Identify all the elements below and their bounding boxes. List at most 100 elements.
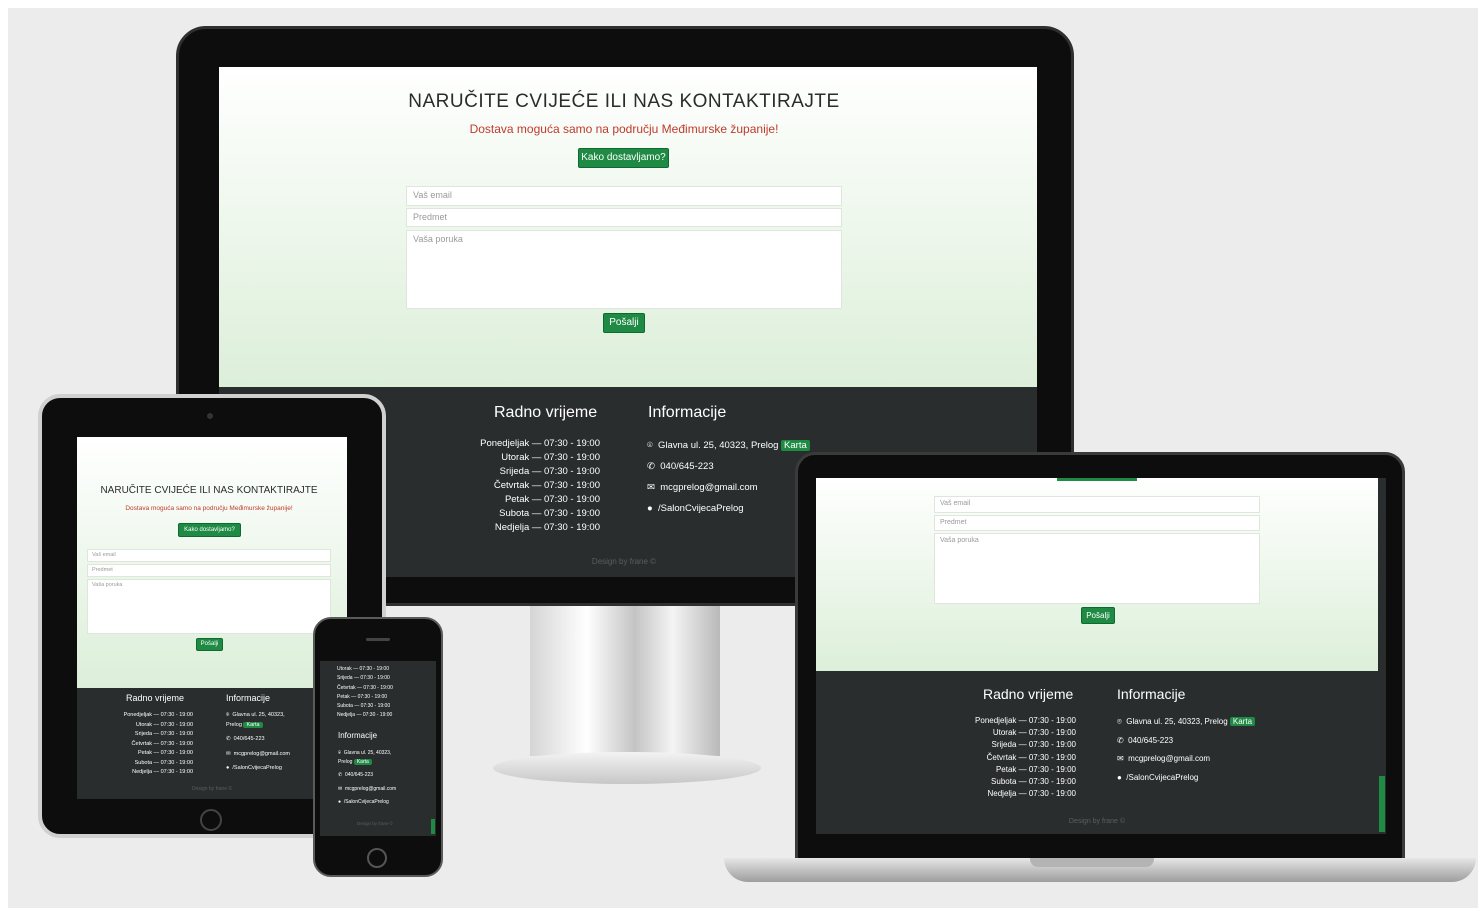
phone-text[interactable]: 040/645-223 — [345, 772, 373, 778]
hours-row: Nedjelja — 07:30 - 19:00 — [132, 769, 193, 775]
hours-row: Petak — 07:30 - 19:00 — [337, 693, 388, 700]
map-button[interactable]: Karta — [781, 440, 810, 451]
map-button[interactable]: Karta — [243, 721, 263, 728]
hours-row: Srijeda — 07:30 - 19:00 — [337, 675, 390, 682]
hours-row: Ponedjeljak — 07:30 - 19:00 — [480, 438, 600, 449]
phone-scrollbar[interactable] — [430, 661, 436, 836]
laptop-footer: Radno vrijeme Ponedjeljak — 07:30 - 19:0… — [816, 671, 1378, 834]
envelope-icon: ✉ — [226, 750, 231, 757]
envelope-icon: ✉ — [1117, 754, 1124, 763]
address-row: ⌾ Glavna ul. 25, 40323, Prelog Karta — [1117, 713, 1256, 732]
hours-row: Utorak — 07:30 - 19:00 — [135, 721, 193, 728]
message-field[interactable]: Vaša poruka — [934, 533, 1260, 604]
hours-row: Utorak — 07:30 - 19:00 — [337, 666, 389, 672]
facebook-link[interactable]: /SalonCvijecaPrelog — [232, 765, 282, 771]
message-field[interactable]: Vaša poruka — [406, 230, 842, 309]
phone-text[interactable]: 040/645-223 — [660, 461, 713, 472]
address-text: Glavna ul. 25, 40323, — [343, 750, 392, 756]
info-list: ⌾ Glavna ul. 25, 40323, Prelog Karta ✆ 0… — [338, 749, 396, 807]
address-text: Glavna ul. 25, 40323, Prelog — [1126, 717, 1228, 726]
phone-icon: ✆ — [338, 772, 343, 778]
hours-title: Radno vrijeme — [494, 404, 598, 421]
hours-row: Subota — 07:30 - 19:00 — [337, 703, 391, 710]
phone-home-button[interactable] — [367, 848, 387, 868]
hours-row: Četvrtak — 07:30 - 19:00 — [493, 480, 600, 491]
hours-row: Srijeda — 07:30 - 19:00 — [499, 466, 600, 477]
email-text[interactable]: mcgprelog@gmail.com — [1128, 754, 1210, 763]
message-field[interactable]: Vaša poruka — [87, 579, 331, 634]
hours-row: Četvrtak — 07:30 - 19:00 — [986, 752, 1076, 762]
tablet-screen: NARUČITE CVIJEĆE ILI NAS KONTAKTIRAJTE D… — [77, 437, 347, 799]
laptop-screen: Vaš email Predmet Vaša poruka Pošalji Ra… — [816, 478, 1386, 834]
info-title: Informacije — [1117, 686, 1186, 702]
send-button[interactable]: Pošalji — [196, 638, 223, 651]
page-title: NARUČITE CVIJEĆE ILI NAS KONTAKTIRAJTE — [408, 91, 840, 112]
email-field[interactable]: Vaš email — [87, 549, 331, 562]
hours-row: Nedjelja — 07:30 - 19:00 — [337, 712, 393, 719]
info-list: ⌾ Glavna ul. 25, 40323, Prelog Karta ✆ 0… — [1117, 713, 1256, 788]
map-button[interactable]: Karta — [1229, 717, 1256, 726]
send-button[interactable]: Pošalji — [1081, 607, 1115, 624]
phone-icon: ✆ — [1117, 735, 1124, 745]
facebook-link[interactable]: /SalonCvijecaPrelog — [1126, 773, 1198, 782]
info-list: ⌾ Glavna ul. 25, 40323, Prelog Karta ✆ 0… — [647, 435, 810, 519]
delivery-info-button[interactable]: Kako dostavljamo? — [178, 523, 241, 537]
facebook-link[interactable]: /SalonCvijecaPrelog — [658, 503, 744, 514]
send-button[interactable]: Pošalji — [603, 313, 645, 333]
contact-section: NARUČITE CVIJEĆE ILI NAS KONTAKTIRAJTE D… — [219, 67, 1037, 387]
hours-row: Petak — 07:30 - 19:00 — [137, 750, 193, 756]
address-row: ⌾ Glavna ul. 25, 40323, Prelog Karta — [647, 435, 810, 456]
tablet-contact-section: NARUČITE CVIJEĆE ILI NAS KONTAKTIRAJTE D… — [77, 437, 347, 688]
hours-row: Subota — 07:30 - 19:00 — [134, 759, 193, 766]
email-row: ✉ mcgprelog@gmail.com — [226, 750, 290, 760]
phone-scrollbar-thumb[interactable] — [431, 819, 435, 834]
address-row-2: Prelog Karta — [226, 721, 290, 731]
footer-credit: Design by frane © — [356, 821, 394, 826]
phone-row: ✆ 040/645-223 — [338, 771, 396, 780]
address-row-2: Prelog Karta — [338, 758, 396, 767]
facebook-row: ● /SalonCvijecaPrelog — [1117, 769, 1255, 788]
email-text[interactable]: mcgprelog@gmail.com — [345, 786, 396, 792]
map-pin-icon: ⌾ — [647, 440, 653, 451]
subject-field[interactable]: Predmet — [406, 208, 842, 227]
address-text: Glavna ul. 25, 40323, Prelog — [657, 440, 779, 451]
opening-hours-list: Ponedjeljak — 07:30 - 19:00 Utorak — 07:… — [87, 711, 193, 778]
phone-icon: ✆ — [647, 461, 655, 472]
phone-text[interactable]: 040/645-223 — [234, 736, 265, 742]
address-row: ⌾ Glavna ul. 25, 40323, — [226, 711, 290, 721]
facebook-icon: ● — [1117, 772, 1122, 782]
info-title: Informacije — [648, 404, 727, 421]
page-title: NARUČITE CVIJEĆE ILI NAS KONTAKTIRAJTE — [100, 485, 318, 496]
hours-row: Četvrtak — 07:30 - 19:00 — [337, 684, 393, 691]
delivery-info-button[interactable]: Kako dostavljamo? — [578, 148, 669, 168]
facebook-link[interactable]: /SalonCvijecaPrelog — [344, 799, 389, 805]
subject-field[interactable]: Predmet — [934, 515, 1260, 531]
phone-text[interactable]: 040/645-223 — [1128, 736, 1173, 745]
tablet-home-button[interactable] — [200, 809, 222, 831]
hours-title: Radno vrijeme — [983, 686, 1074, 702]
hours-title: Radno vrijeme — [126, 693, 185, 703]
hours-row: Srijeda — 07:30 - 19:00 — [991, 740, 1077, 750]
email-text[interactable]: mcgprelog@gmail.com — [234, 751, 290, 757]
email-field[interactable]: Vaš email — [406, 186, 842, 206]
email-text[interactable]: mcgprelog@gmail.com — [660, 482, 757, 493]
footer-credit: Design by frane © — [191, 786, 233, 792]
phone-speaker — [366, 638, 390, 641]
facebook-icon: ● — [647, 503, 653, 514]
laptop-scrollbar-thumb[interactable] — [1379, 776, 1385, 832]
tablet-camera — [207, 413, 213, 419]
facebook-row: ● /SalonCvijecaPrelog — [226, 764, 290, 774]
map-pin-icon: ⌾ — [338, 750, 342, 756]
hours-row: Utorak — 07:30 - 19:00 — [992, 728, 1076, 738]
email-field[interactable]: Vaš email — [934, 496, 1260, 513]
subject-field[interactable]: Predmet — [87, 564, 331, 577]
map-button[interactable]: Karta — [353, 758, 372, 765]
map-pin-icon: ⌾ — [1117, 717, 1122, 726]
hours-row: Utorak — 07:30 - 19:00 — [501, 452, 600, 463]
envelope-icon: ✉ — [338, 785, 343, 792]
address-city: Prelog — [226, 721, 242, 728]
facebook-icon: ● — [226, 765, 230, 771]
opening-hours-list: Utorak — 07:30 - 19:00 Srijeda — 07:30 -… — [337, 665, 393, 721]
hours-row: Subota — 07:30 - 19:00 — [499, 508, 600, 519]
laptop-scrollbar[interactable] — [1378, 478, 1386, 834]
